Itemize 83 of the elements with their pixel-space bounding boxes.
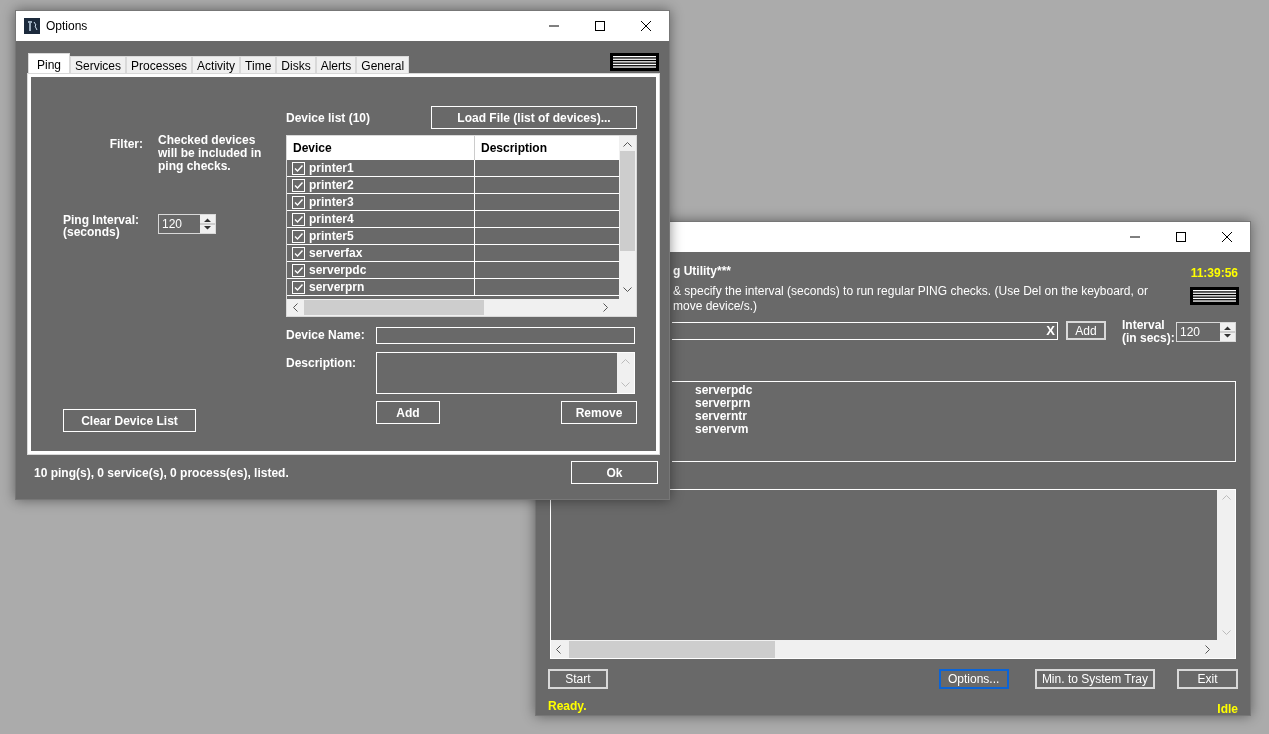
action-button[interactable]: Exit bbox=[1177, 669, 1238, 689]
table-cell-text: serverprn bbox=[309, 279, 365, 296]
ok-button[interactable]: Ok bbox=[571, 461, 658, 484]
table-cell-text: serverpdc bbox=[309, 262, 367, 279]
list-item[interactable]: serverpdc bbox=[695, 384, 753, 397]
scroll-right-icon[interactable] bbox=[603, 303, 609, 312]
column-header[interactable]: Description bbox=[475, 136, 617, 160]
status-text: 10 ping(s), 0 service(s), 0 process(es), listed. bbox=[34, 464, 289, 482]
description-label: Description: bbox=[286, 355, 357, 372]
scrollbar-thumb[interactable] bbox=[620, 151, 635, 251]
state-text: Idle bbox=[1217, 701, 1238, 718]
interval-label: Interval bbox=[1122, 319, 1166, 332]
maximize-icon[interactable] bbox=[595, 21, 605, 31]
instruction-text: & specify the interval (seconds) to run regular PING checks. (Use Del on the keyboard, or bbox=[673, 284, 1148, 299]
action-button[interactable]: Min. to System Tray bbox=[1034, 669, 1156, 689]
filter-note: Checked devices will be included in ping checks. bbox=[158, 134, 263, 173]
checkbox[interactable] bbox=[292, 212, 305, 226]
spinner-arrows-icon[interactable] bbox=[1220, 323, 1235, 341]
interval-label: (in secs): bbox=[1122, 332, 1175, 345]
stripes-icon bbox=[1190, 287, 1239, 305]
device-name-field[interactable] bbox=[376, 326, 635, 344]
tab[interactable]: Services bbox=[70, 56, 127, 74]
checkbox[interactable] bbox=[292, 263, 305, 277]
ping-interval-label: Ping Interval: bbox=[63, 214, 140, 226]
scroll-left-icon[interactable] bbox=[292, 303, 298, 312]
tab[interactable]: Disks bbox=[276, 56, 316, 74]
close-icon[interactable] bbox=[1222, 232, 1232, 242]
scroll-up-icon[interactable] bbox=[623, 141, 632, 147]
maximize-icon[interactable] bbox=[1176, 232, 1186, 242]
load-file-button[interactable]: Load File (list of devices)... bbox=[431, 106, 637, 129]
clear-device-list-button[interactable]: Clear Device List bbox=[63, 409, 196, 432]
action-button[interactable]: Options... bbox=[938, 669, 1009, 689]
tab[interactable]: Activity bbox=[192, 56, 241, 74]
device-name-label: Device Name: bbox=[286, 327, 366, 344]
device-listbox[interactable]: serverpdc serverprn serverntr servervm bbox=[672, 381, 1236, 462]
filter-label: Filter: bbox=[108, 136, 143, 153]
output-textbox[interactable] bbox=[550, 489, 1236, 659]
checkbox[interactable] bbox=[292, 178, 305, 192]
scroll-left-icon[interactable] bbox=[555, 644, 561, 654]
number-spinner[interactable]: 120 bbox=[1176, 322, 1236, 342]
table-cell-text: printer2 bbox=[309, 177, 354, 194]
scrollbar-thumb[interactable] bbox=[569, 640, 775, 658]
column-header[interactable]: Device bbox=[287, 136, 475, 160]
action-button[interactable]: Start bbox=[548, 669, 608, 689]
tab[interactable]: Ping bbox=[28, 53, 71, 75]
list-item[interactable]: servervm bbox=[695, 423, 749, 436]
scroll-down-icon[interactable] bbox=[623, 287, 632, 293]
clock-text: 11:39:56 bbox=[1190, 265, 1238, 282]
tab[interactable]: General bbox=[356, 56, 410, 74]
table-cell-text: serverfax bbox=[309, 245, 363, 262]
close-icon[interactable] bbox=[641, 21, 651, 31]
number-spinner[interactable]: 120 bbox=[158, 214, 216, 234]
spinner-arrows-icon[interactable] bbox=[200, 215, 215, 233]
window-title: Options bbox=[46, 18, 88, 35]
list-item[interactable]: serverntr bbox=[695, 410, 748, 423]
app-heading: g Utility*** bbox=[673, 263, 731, 280]
add-button[interactable]: Add bbox=[1066, 321, 1106, 340]
ping-interval-label: (seconds) bbox=[63, 226, 121, 238]
tab[interactable]: Processes bbox=[126, 56, 193, 74]
checkbox[interactable] bbox=[292, 280, 305, 294]
table-cell-text: printer1 bbox=[309, 160, 354, 177]
remove-button[interactable]: Remove bbox=[561, 401, 637, 424]
list-item[interactable]: serverprn bbox=[695, 397, 751, 410]
device-grid[interactable]: Device Description printer1 printer2 printer3 printer4 printer5 serverfax serverpdc serverprn bbox=[286, 135, 637, 317]
tab[interactable]: Alerts bbox=[315, 56, 357, 74]
device-input-field[interactable]: X bbox=[672, 322, 1058, 340]
checkbox[interactable] bbox=[292, 161, 305, 175]
scrollbar-thumb[interactable] bbox=[304, 300, 484, 315]
table-cell-text: printer5 bbox=[309, 228, 354, 245]
stripes-icon bbox=[610, 53, 659, 71]
checkbox[interactable] bbox=[292, 229, 305, 243]
status-text: Ready. bbox=[548, 698, 587, 715]
scroll-right-icon[interactable] bbox=[1205, 644, 1211, 654]
instruction-text: move device/s.) bbox=[673, 299, 759, 314]
device-list-label: Device list (10) bbox=[286, 109, 371, 127]
add-button[interactable]: Add bbox=[376, 401, 440, 424]
table-cell-text: printer3 bbox=[309, 194, 354, 211]
table-cell-text: printer4 bbox=[309, 211, 354, 228]
checkbox[interactable] bbox=[292, 246, 305, 260]
clear-text-button[interactable]: X bbox=[1046, 321, 1055, 341]
app-icon bbox=[24, 18, 40, 34]
checkbox[interactable] bbox=[292, 195, 305, 209]
tab[interactable]: Time bbox=[240, 56, 277, 74]
